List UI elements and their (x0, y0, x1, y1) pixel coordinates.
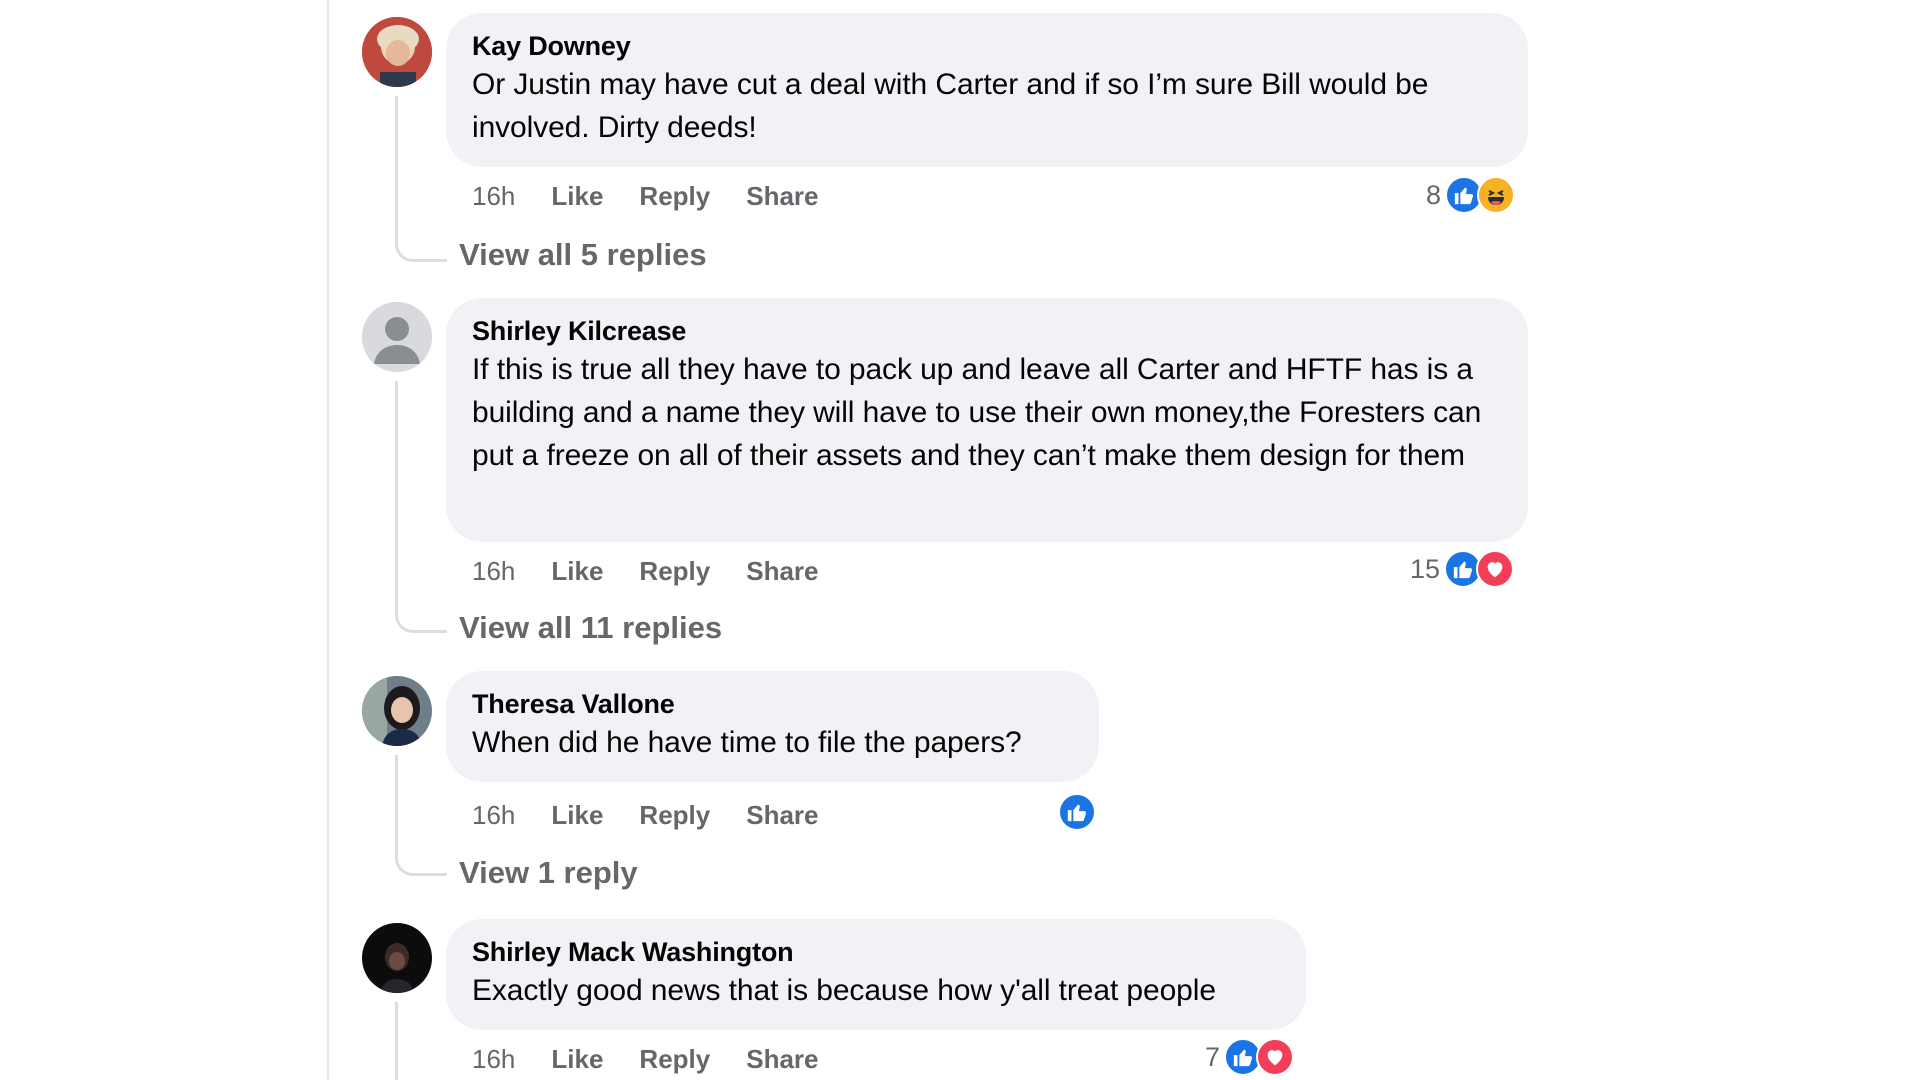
thread-line (395, 1002, 398, 1080)
comment-actions: 16h Like Reply Share (472, 1041, 855, 1077)
reaction-count: 7 (1205, 1041, 1221, 1072)
like-icon (1058, 793, 1096, 831)
thread-line (395, 381, 398, 605)
love-icon (1256, 1038, 1295, 1076)
reply-button[interactable]: Reply (639, 556, 710, 587)
comment-bubble: Shirley Mack Washington Exactly good new… (446, 919, 1306, 1030)
thread-curve (395, 232, 447, 262)
profile-photo (362, 676, 432, 746)
profile-photo (362, 923, 432, 993)
comment-actions: 16h Like Reply Share (472, 797, 855, 833)
comment-text: When did he have time to file the papers… (472, 726, 1022, 759)
comment-text: Exactly good news that is because how y'… (472, 974, 1216, 1007)
view-replies-link[interactable]: View all 5 replies (459, 237, 707, 273)
share-button[interactable]: Share (746, 1044, 818, 1075)
like-button[interactable]: Like (551, 1044, 603, 1075)
comment-author[interactable]: Kay Downey (472, 29, 1502, 63)
comment-timestamp[interactable]: 16h (472, 556, 515, 587)
reaction-summary[interactable]: 7 (1205, 1037, 1295, 1077)
reply-button[interactable]: Reply (639, 181, 710, 212)
thread-curve (395, 846, 447, 876)
comment-timestamp[interactable]: 16h (472, 1044, 515, 1075)
comment-bubble: Kay Downey Or Justin may have cut a deal… (446, 13, 1528, 167)
reaction-summary[interactable]: 15 (1410, 549, 1515, 589)
comment-author[interactable]: Theresa Vallone (472, 687, 1073, 721)
thread-line (395, 96, 398, 234)
like-button[interactable]: Like (551, 181, 603, 212)
reply-button[interactable]: Reply (639, 1044, 710, 1075)
share-button[interactable]: Share (746, 800, 818, 831)
comment-author[interactable]: Shirley Kilcrease (472, 314, 1502, 348)
comment-text: If this is true all they have to pack up… (472, 353, 1482, 472)
haha-icon (1477, 176, 1516, 214)
comment-bubble: Shirley Kilcrease If this is true all th… (446, 298, 1528, 542)
profile-photo (362, 17, 432, 87)
comment-actions: 16h Like Reply Share (472, 553, 855, 589)
reaction-count: 8 (1426, 179, 1442, 210)
feed-left-border (327, 0, 329, 1080)
avatar[interactable] (362, 923, 432, 993)
comment-timestamp[interactable]: 16h (472, 181, 515, 212)
view-replies-link[interactable]: View 1 reply (459, 855, 638, 891)
comment-text: Or Justin may have cut a deal with Carte… (472, 68, 1429, 144)
default-avatar-icon[interactable] (362, 302, 432, 372)
share-button[interactable]: Share (746, 181, 818, 212)
comment-author[interactable]: Shirley Mack Washington (472, 935, 1280, 969)
like-button[interactable]: Like (551, 800, 603, 831)
thread-curve (395, 603, 447, 633)
comment-bubble: Theresa Vallone When did he have time to… (446, 671, 1099, 782)
comment-timestamp[interactable]: 16h (472, 800, 515, 831)
reaction-count: 15 (1410, 553, 1441, 584)
reply-button[interactable]: Reply (639, 800, 710, 831)
reaction-summary[interactable]: 8 (1426, 175, 1516, 215)
like-button[interactable]: Like (551, 556, 603, 587)
avatar[interactable] (362, 17, 432, 87)
reaction-summary[interactable] (1054, 792, 1096, 832)
share-button[interactable]: Share (746, 556, 818, 587)
love-icon (1476, 550, 1515, 588)
view-replies-link[interactable]: View all 11 replies (459, 610, 722, 646)
comment-actions: 16h Like Reply Share (472, 178, 855, 214)
avatar[interactable] (362, 676, 432, 746)
thread-line (395, 755, 398, 848)
